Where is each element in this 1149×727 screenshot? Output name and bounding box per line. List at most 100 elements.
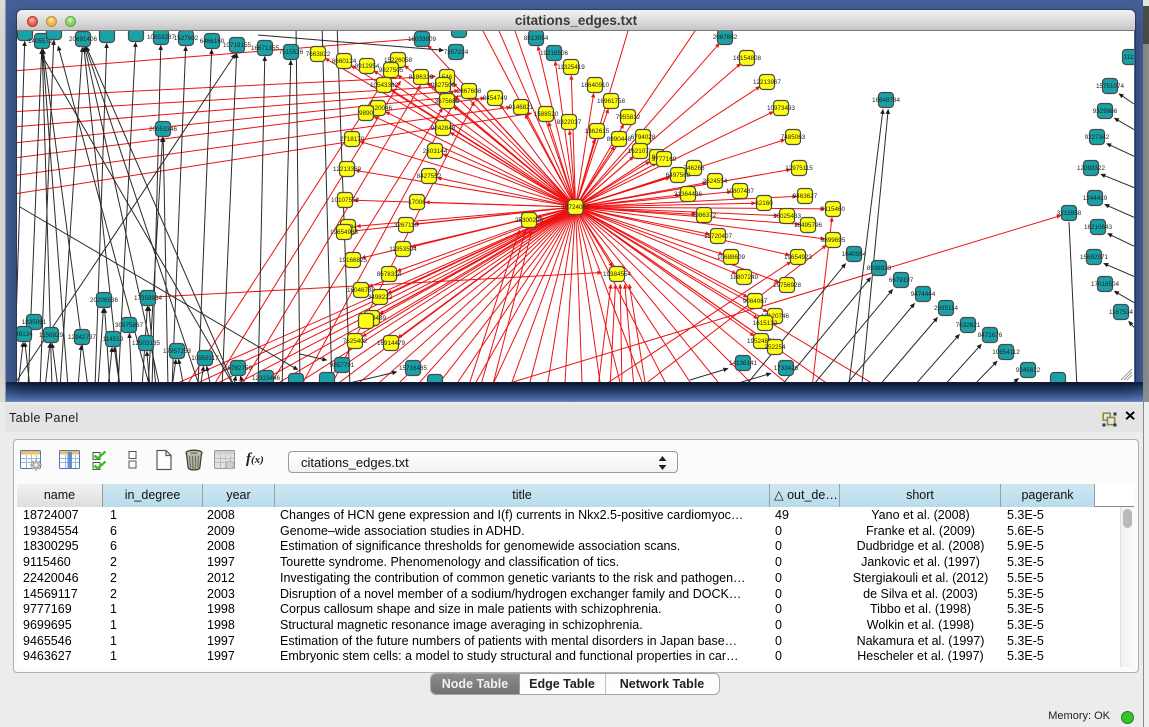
svg-text:21364436: 21364436 [674,191,703,198]
svg-text:19166825: 19166825 [339,257,368,264]
svg-text:12975115: 12975115 [785,165,813,172]
svg-text:19654985: 19654985 [330,229,359,236]
svg-text:1167534: 1167534 [1109,309,1134,316]
svg-text:9245612: 9245612 [1016,367,1041,374]
svg-text:39134: 39134 [17,331,33,338]
svg-text:9327508: 9327508 [431,82,456,89]
svg-text:1527602: 1527602 [174,35,199,42]
svg-text:17359934: 17359934 [134,295,163,302]
svg-text:17016504: 17016504 [1091,281,1120,288]
svg-text:8813054: 8813054 [524,35,549,42]
svg-text:15692971: 15692971 [1080,254,1109,261]
svg-text:9463627: 9463627 [793,193,818,200]
svg-text:3675685: 3675685 [435,98,460,105]
svg-text:7485063: 7485063 [781,134,806,141]
svg-text:11353594: 11353594 [389,246,417,253]
svg-text:10807487: 10807487 [726,188,755,195]
svg-text:8454749: 8454749 [483,95,508,102]
svg-text:2718170: 2718170 [340,136,365,143]
svg-text:8938923: 8938923 [867,265,892,272]
svg-text:7955812: 7955812 [616,114,641,121]
svg-text:10973493: 10973493 [767,105,796,112]
svg-text:3215958: 3215958 [1057,210,1082,217]
svg-text:15716485: 15716485 [399,365,428,372]
svg-text:62160: 62160 [755,200,773,207]
svg-text:19756928: 19756928 [773,282,802,289]
svg-text:8322037: 8322037 [557,119,582,126]
svg-text:17957253: 17957253 [163,348,192,355]
svg-text:8912954: 8912954 [355,63,380,70]
svg-text:2087682: 2087682 [713,34,738,41]
svg-text:7632621: 7632621 [956,322,981,329]
svg-text:9084067: 9084067 [743,298,768,305]
svg-text:10654112: 10654112 [992,349,1020,356]
svg-text:11325419: 11325419 [557,64,585,71]
svg-text:6466160: 6466160 [200,38,225,45]
svg-text:12503135: 12503135 [132,340,161,347]
svg-text:20691406: 20691406 [69,36,98,43]
svg-text:15751074: 15751074 [1096,83,1125,90]
svg-text:7357224: 7357224 [444,49,469,56]
svg-text:10653287: 10653287 [147,34,176,41]
svg-text:10688609: 10688609 [717,254,746,261]
svg-text:1835061: 1835061 [22,319,47,326]
svg-text:16914479: 16914479 [377,340,406,347]
svg-text:16046788: 16046788 [347,287,376,294]
svg-text:1244419: 1244419 [1083,195,1108,202]
svg-text:9115460: 9115460 [821,206,846,213]
svg-text:8678334: 8678334 [377,271,402,278]
svg-text:16961758: 16961758 [597,98,626,105]
svg-text:9242848: 9242848 [431,125,456,132]
svg-text:12093322: 12093322 [1077,165,1106,172]
svg-text:20053346: 20053346 [149,126,178,133]
svg-text:8471676: 8471676 [978,332,1003,339]
svg-text:6794028: 6794028 [631,134,656,141]
svg-text:18724007: 18724007 [561,204,590,211]
svg-text:8427552: 8427552 [417,173,442,180]
svg-text:9857791: 9857791 [330,362,355,369]
svg-text:1640954: 1640954 [842,251,867,258]
svg-text:7515526: 7515526 [279,49,304,56]
svg-text:9890: 9890 [359,110,374,117]
svg-text:19218506: 19218506 [540,50,569,57]
svg-text:19384554: 19384554 [603,271,632,278]
svg-text:1156829: 1156829 [39,332,64,339]
svg-text:16154808: 16154808 [733,55,762,62]
svg-text:16782759: 16782759 [224,365,253,372]
svg-text:30975867: 30975867 [115,322,144,329]
svg-text:8990448: 8990448 [607,136,632,143]
svg-text:20206536: 20206536 [90,297,119,304]
svg-text:9474444: 9474444 [911,291,936,298]
svg-text:16648784: 16648784 [872,97,901,104]
svg-text:9146821: 9146821 [509,104,534,111]
svg-text:18495796: 18495796 [794,222,823,229]
svg-text:19654923: 19654923 [784,254,813,261]
svg-text:10719155: 10719155 [223,42,252,49]
svg-text:18807249: 18807249 [730,274,759,281]
svg-text:9329966: 9329966 [1093,108,1118,115]
svg-text:7625402: 7625402 [343,338,368,345]
svg-text:1588520: 1588520 [534,111,559,118]
svg-text:9777169: 9777169 [652,156,677,163]
svg-text:12213369: 12213369 [333,166,362,173]
svg-text:1112: 1112 [1123,54,1134,61]
svg-text:16033809: 16033809 [408,36,437,43]
svg-text:252254: 252254 [764,344,786,351]
svg-text:9899695: 9899695 [821,237,846,244]
svg-text:7663822: 7663822 [306,51,331,58]
svg-text:3267110: 3267110 [394,222,419,229]
svg-text:1733426: 1733426 [774,365,799,372]
svg-text:6497568: 6497568 [666,172,691,179]
svg-text:1615132: 1615132 [753,320,778,327]
svg-text:10958117: 10958117 [191,355,219,362]
svg-text:10025433: 10025433 [773,213,802,220]
svg-text:746266: 746266 [683,165,705,172]
svg-text:2867608: 2867608 [457,88,482,95]
svg-text:1362615: 1362615 [585,128,610,135]
svg-text:12213967: 12213967 [753,79,782,86]
svg-text:18640910: 18640910 [581,82,610,89]
svg-text:2935114: 2935114 [934,305,959,312]
svg-text:9227342: 9227342 [1085,134,1110,141]
svg-text:3624554: 3624554 [703,178,728,185]
svg-text:16671355: 16671355 [251,45,280,52]
